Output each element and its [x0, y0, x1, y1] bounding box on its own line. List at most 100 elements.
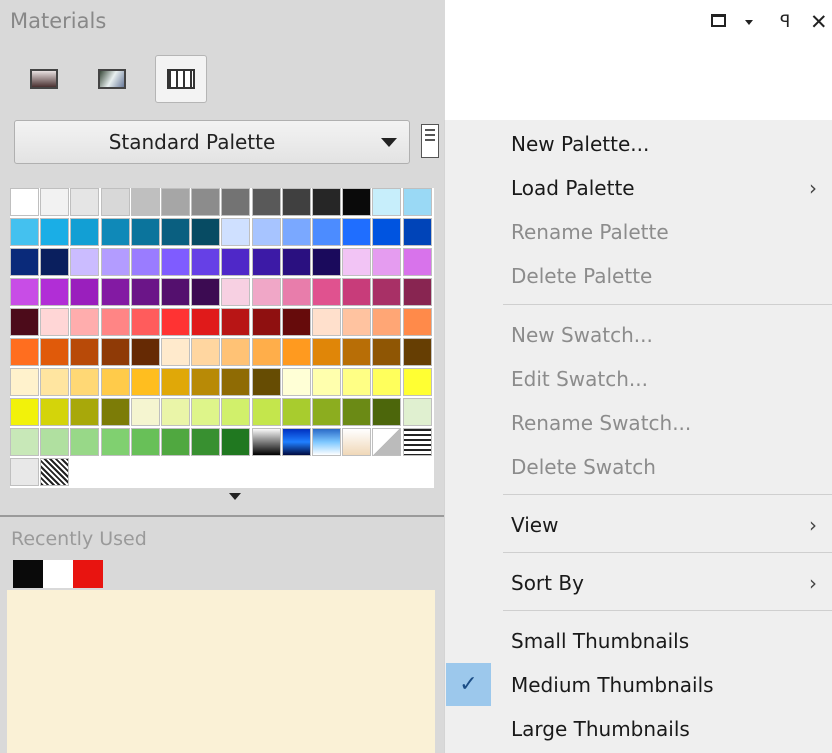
color-swatch[interactable]	[312, 278, 341, 306]
color-swatch[interactable]	[100, 428, 130, 456]
maximize-icon[interactable]	[711, 14, 726, 27]
swatch-view-button[interactable]	[155, 55, 207, 103]
color-swatch[interactable]	[312, 398, 341, 426]
color-swatch[interactable]	[402, 248, 432, 276]
color-swatch[interactable]	[221, 188, 251, 216]
color-swatch[interactable]	[10, 248, 39, 276]
color-swatch[interactable]	[10, 188, 39, 216]
color-swatch[interactable]	[312, 338, 341, 366]
color-swatch[interactable]	[342, 218, 372, 246]
color-swatch[interactable]	[372, 428, 402, 456]
color-swatch[interactable]	[40, 248, 70, 276]
color-swatch[interactable]	[312, 308, 341, 336]
color-swatch[interactable]	[402, 188, 432, 216]
menu-item-sort-by[interactable]: Sort By	[511, 571, 584, 595]
color-swatch[interactable]	[161, 398, 190, 426]
color-swatch[interactable]	[100, 368, 130, 396]
color-swatch[interactable]	[100, 248, 130, 276]
color-swatch[interactable]	[100, 278, 130, 306]
color-swatch[interactable]	[100, 308, 130, 336]
color-swatch[interactable]	[251, 218, 281, 246]
color-swatch[interactable]	[40, 368, 70, 396]
color-swatch[interactable]	[161, 428, 190, 456]
color-swatch[interactable]	[130, 278, 160, 306]
color-swatch[interactable]	[191, 308, 221, 336]
color-swatch[interactable]	[281, 278, 311, 306]
color-swatch[interactable]	[281, 308, 311, 336]
color-swatch[interactable]	[221, 338, 251, 366]
color-swatch[interactable]	[191, 398, 221, 426]
color-swatch[interactable]	[372, 398, 402, 426]
color-swatch[interactable]	[221, 218, 251, 246]
color-swatch[interactable]	[312, 428, 341, 456]
color-swatch[interactable]	[221, 428, 251, 456]
color-swatch[interactable]	[40, 308, 70, 336]
color-swatch[interactable]	[402, 218, 432, 246]
color-swatch[interactable]	[342, 428, 372, 456]
color-swatch[interactable]	[161, 218, 190, 246]
texture-view-button[interactable]	[86, 55, 138, 103]
recent-color-swatch[interactable]	[43, 560, 73, 588]
color-swatch[interactable]	[10, 278, 39, 306]
recent-color-swatch[interactable]	[13, 560, 43, 588]
color-swatch[interactable]	[372, 248, 402, 276]
color-swatch[interactable]	[281, 428, 311, 456]
color-swatch[interactable]	[402, 398, 432, 426]
color-swatch[interactable]	[70, 368, 100, 396]
menu-item-small-thumbnails[interactable]: Small Thumbnails	[511, 629, 689, 653]
color-swatch[interactable]	[40, 188, 70, 216]
color-swatch[interactable]	[251, 278, 281, 306]
color-swatch[interactable]	[191, 338, 221, 366]
color-swatch[interactable]	[221, 308, 251, 336]
color-swatch[interactable]	[342, 398, 372, 426]
color-swatch[interactable]	[100, 218, 130, 246]
color-swatch[interactable]	[221, 398, 251, 426]
menu-item-large-thumbnails[interactable]: Large Thumbnails	[511, 717, 690, 741]
color-swatch[interactable]	[161, 338, 190, 366]
color-swatch[interactable]	[161, 308, 190, 336]
color-swatch[interactable]	[10, 338, 39, 366]
color-swatch[interactable]	[70, 428, 100, 456]
color-swatch[interactable]	[130, 188, 160, 216]
color-swatch[interactable]	[100, 188, 130, 216]
color-swatch[interactable]	[251, 188, 281, 216]
color-swatch[interactable]	[372, 218, 402, 246]
color-swatch[interactable]	[100, 398, 130, 426]
color-swatch[interactable]	[191, 248, 221, 276]
pin-icon[interactable]: ꟼ	[780, 12, 790, 32]
color-swatch[interactable]	[130, 428, 160, 456]
color-swatch[interactable]	[251, 428, 281, 456]
color-swatch[interactable]	[161, 248, 190, 276]
color-view-button[interactable]	[18, 55, 70, 103]
color-swatch[interactable]	[40, 428, 70, 456]
color-swatch[interactable]	[342, 248, 372, 276]
color-swatch[interactable]	[161, 368, 190, 396]
color-swatch[interactable]	[342, 308, 372, 336]
color-swatch[interactable]	[130, 248, 160, 276]
color-swatch[interactable]	[251, 308, 281, 336]
color-swatch[interactable]	[372, 338, 402, 366]
color-swatch[interactable]	[372, 188, 402, 216]
color-swatch[interactable]	[251, 248, 281, 276]
menu-item-new-palette[interactable]: New Palette...	[511, 132, 649, 156]
color-swatch[interactable]	[191, 188, 221, 216]
color-swatch[interactable]	[10, 458, 39, 486]
color-swatch[interactable]	[40, 338, 70, 366]
color-swatch[interactable]	[130, 308, 160, 336]
color-swatch[interactable]	[281, 188, 311, 216]
color-swatch[interactable]	[191, 218, 221, 246]
color-swatch[interactable]	[372, 308, 402, 336]
color-swatch[interactable]	[312, 188, 341, 216]
color-swatch[interactable]	[281, 338, 311, 366]
color-swatch[interactable]	[342, 338, 372, 366]
color-swatch[interactable]	[130, 218, 160, 246]
color-swatch[interactable]	[70, 188, 100, 216]
color-swatch[interactable]	[281, 218, 311, 246]
color-swatch[interactable]	[281, 248, 311, 276]
color-swatch[interactable]	[342, 278, 372, 306]
color-swatch[interactable]	[10, 428, 39, 456]
close-icon[interactable]: ✕	[810, 10, 828, 34]
color-swatch[interactable]	[70, 248, 100, 276]
color-swatch[interactable]	[70, 278, 100, 306]
color-swatch[interactable]	[251, 368, 281, 396]
